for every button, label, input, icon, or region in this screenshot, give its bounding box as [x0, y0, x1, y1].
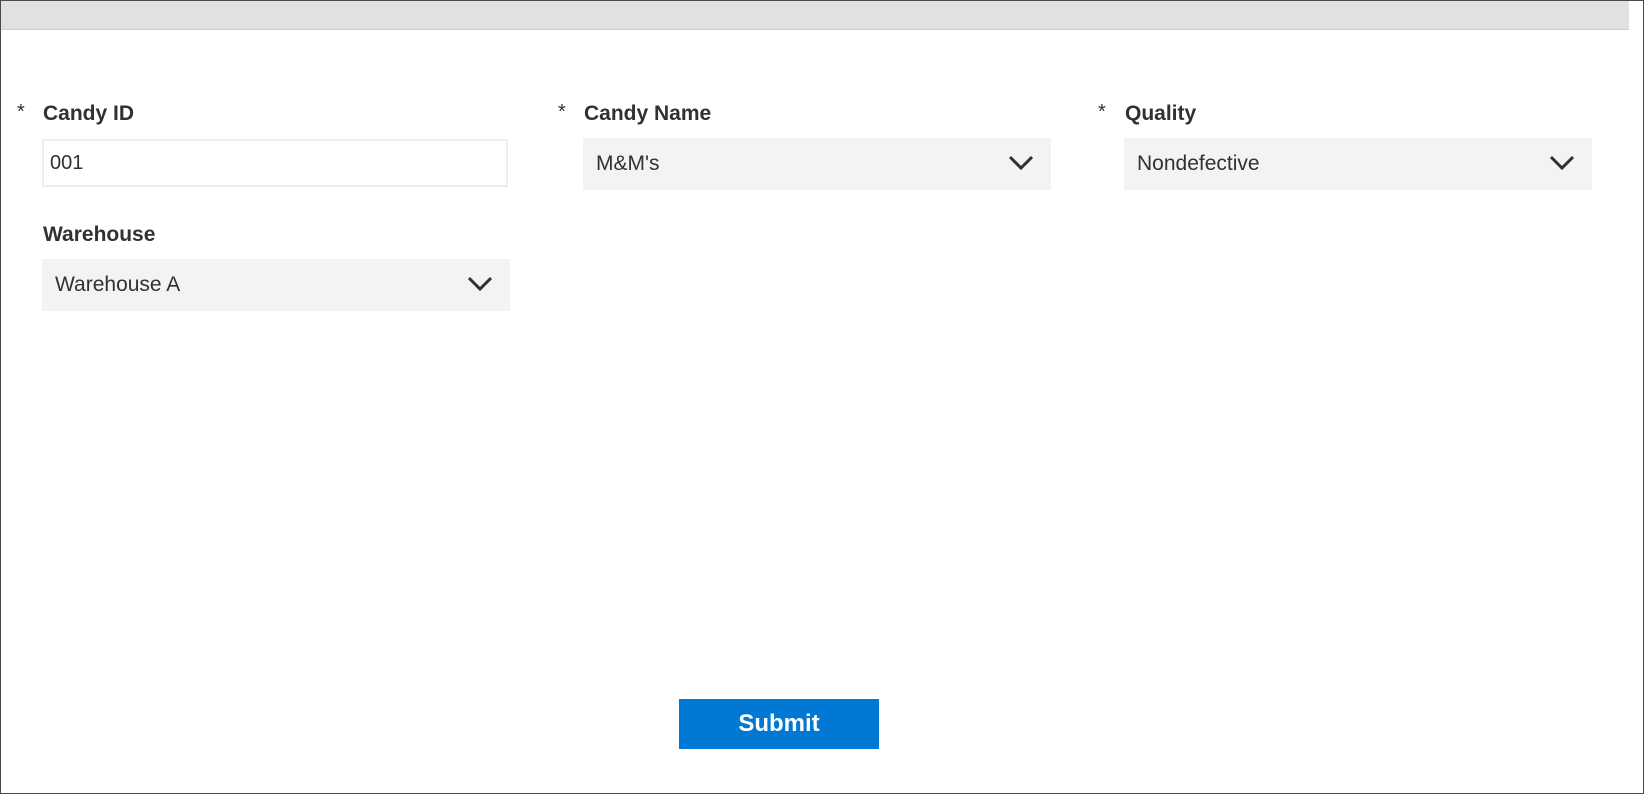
candy-name-dropdown[interactable]: M&M's [583, 138, 1051, 190]
warehouse-dropdown[interactable]: Warehouse A [42, 259, 510, 311]
candy-id-input[interactable]: 001 [42, 139, 508, 187]
quality-label: Quality [1125, 102, 1197, 125]
top-bar [1, 1, 1629, 30]
chevron-down-icon [1008, 155, 1034, 171]
chevron-down-icon [1549, 155, 1575, 171]
candy-name-value: M&M's [596, 152, 660, 175]
candy-name-label: Candy Name [584, 102, 712, 125]
warehouse-label: Warehouse [43, 223, 156, 246]
warehouse-value: Warehouse A [55, 273, 181, 296]
chevron-down-icon [467, 276, 493, 292]
quality-value: Nondefective [1137, 152, 1260, 175]
required-marker: * [1098, 101, 1106, 123]
candy-id-label: Candy ID [43, 102, 135, 125]
required-marker: * [558, 101, 566, 123]
submit-button[interactable]: Submit [679, 699, 879, 749]
required-marker: * [17, 101, 25, 123]
quality-dropdown[interactable]: Nondefective [1124, 138, 1592, 190]
app-window: * Candy ID 001 * Candy Name M&M's * Qual… [0, 0, 1644, 794]
